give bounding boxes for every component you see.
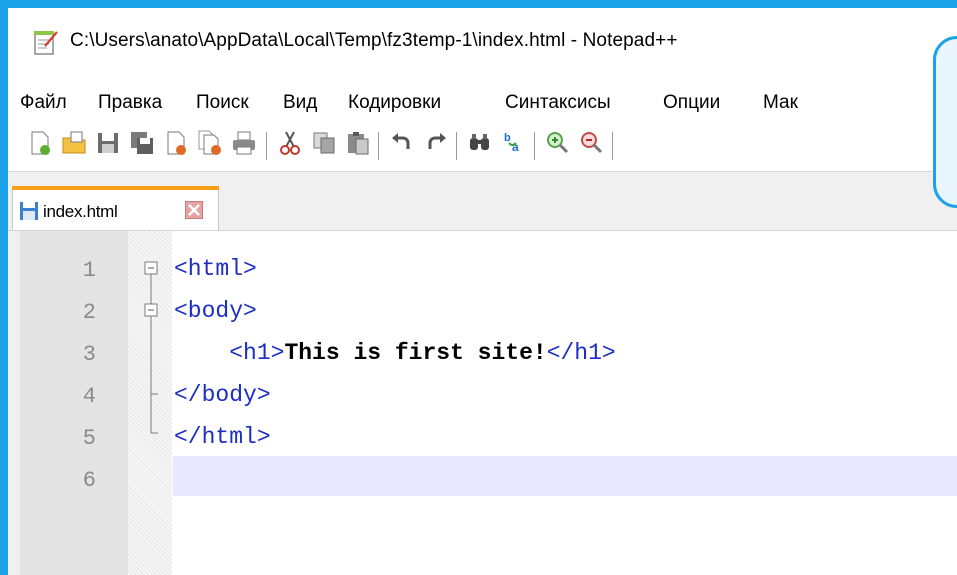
save-icon[interactable] xyxy=(94,129,122,157)
code-line-1: <html> xyxy=(174,256,257,282)
replace-icon[interactable]: b a xyxy=(500,129,528,157)
toolbar: b a xyxy=(8,122,957,168)
window-title: C:\Users\anato\AppData\Local\Temp\fz3tem… xyxy=(70,30,678,51)
svg-text:a: a xyxy=(512,140,519,154)
copy-icon[interactable] xyxy=(310,129,338,157)
tab-bar: index.html xyxy=(8,171,957,232)
code-text: This is first site! xyxy=(284,340,547,366)
code-editor[interactable]: 1 2 3 4 5 6 <html> <body> <h1>This is fi… xyxy=(8,230,957,575)
menu-macro[interactable]: Мак xyxy=(763,92,798,114)
title-bar: C:\Users\anato\AppData\Local\Temp\fz3tem… xyxy=(8,8,957,78)
toolbar-separator xyxy=(456,132,457,160)
menu-settings[interactable]: Опции xyxy=(663,92,720,114)
menu-view[interactable]: Вид xyxy=(283,92,317,114)
tab-index-html[interactable]: index.html xyxy=(12,186,219,232)
undo-icon[interactable] xyxy=(388,129,416,157)
toolbar-separator xyxy=(266,132,267,160)
code-tag: </body> xyxy=(174,382,271,408)
code-line-4: </body> xyxy=(174,382,271,408)
notepad-app-icon xyxy=(34,31,58,55)
zoom-in-icon[interactable] xyxy=(544,129,572,157)
fold-minus-icon xyxy=(144,303,158,317)
line-number: 1 xyxy=(82,258,96,283)
toolbar-separator xyxy=(534,132,535,160)
line-number: 6 xyxy=(82,468,96,493)
line-number: 5 xyxy=(82,426,96,451)
code-line-5: </html> xyxy=(174,424,271,450)
line-number: 3 xyxy=(82,342,96,367)
current-line-highlight xyxy=(173,456,957,496)
svg-text:b: b xyxy=(504,132,511,144)
code-tag: <body> xyxy=(174,298,257,324)
code-tag: </h1> xyxy=(546,340,616,366)
menu-bar: Файл Правка Поиск Вид Кодировки Синтакси… xyxy=(8,86,957,120)
save-all-icon[interactable] xyxy=(128,129,156,157)
notepad-window: C:\Users\anato\AppData\Local\Temp\fz3tem… xyxy=(8,8,957,575)
toolbar-separator xyxy=(612,132,613,160)
zoom-out-icon[interactable] xyxy=(578,129,606,157)
fold-markers xyxy=(144,261,158,434)
find-icon[interactable] xyxy=(466,129,494,157)
print-icon[interactable] xyxy=(230,129,258,157)
code-tag: <h1> xyxy=(229,340,285,366)
paste-icon[interactable] xyxy=(344,129,372,157)
menu-edit[interactable]: Правка xyxy=(98,92,162,114)
code-tag: <html> xyxy=(174,256,257,282)
new-file-icon[interactable] xyxy=(26,129,54,157)
code-tag: </html> xyxy=(174,424,271,450)
open-file-icon[interactable] xyxy=(60,129,88,157)
close-icon[interactable] xyxy=(162,129,190,157)
cut-icon[interactable] xyxy=(276,129,304,157)
code-line-3: <h1>This is first site!</h1> xyxy=(174,340,616,366)
menu-search[interactable]: Поиск xyxy=(196,92,249,114)
menu-language[interactable]: Синтаксисы xyxy=(505,92,611,114)
saved-file-icon xyxy=(20,202,38,220)
redo-icon[interactable] xyxy=(422,129,450,157)
tab-label: index.html xyxy=(43,202,118,221)
code-line-2: <body> xyxy=(174,298,257,324)
menu-encoding[interactable]: Кодировки xyxy=(348,92,441,114)
callout-bubble xyxy=(933,36,957,208)
menu-file[interactable]: Файл xyxy=(20,92,67,114)
tab-close-icon[interactable] xyxy=(185,201,203,219)
close-all-icon[interactable] xyxy=(196,129,224,157)
line-number: 4 xyxy=(82,384,96,409)
line-number: 2 xyxy=(82,300,96,325)
active-tab-indicator xyxy=(12,186,219,190)
toolbar-separator xyxy=(378,132,379,160)
fold-minus-icon xyxy=(144,261,158,275)
